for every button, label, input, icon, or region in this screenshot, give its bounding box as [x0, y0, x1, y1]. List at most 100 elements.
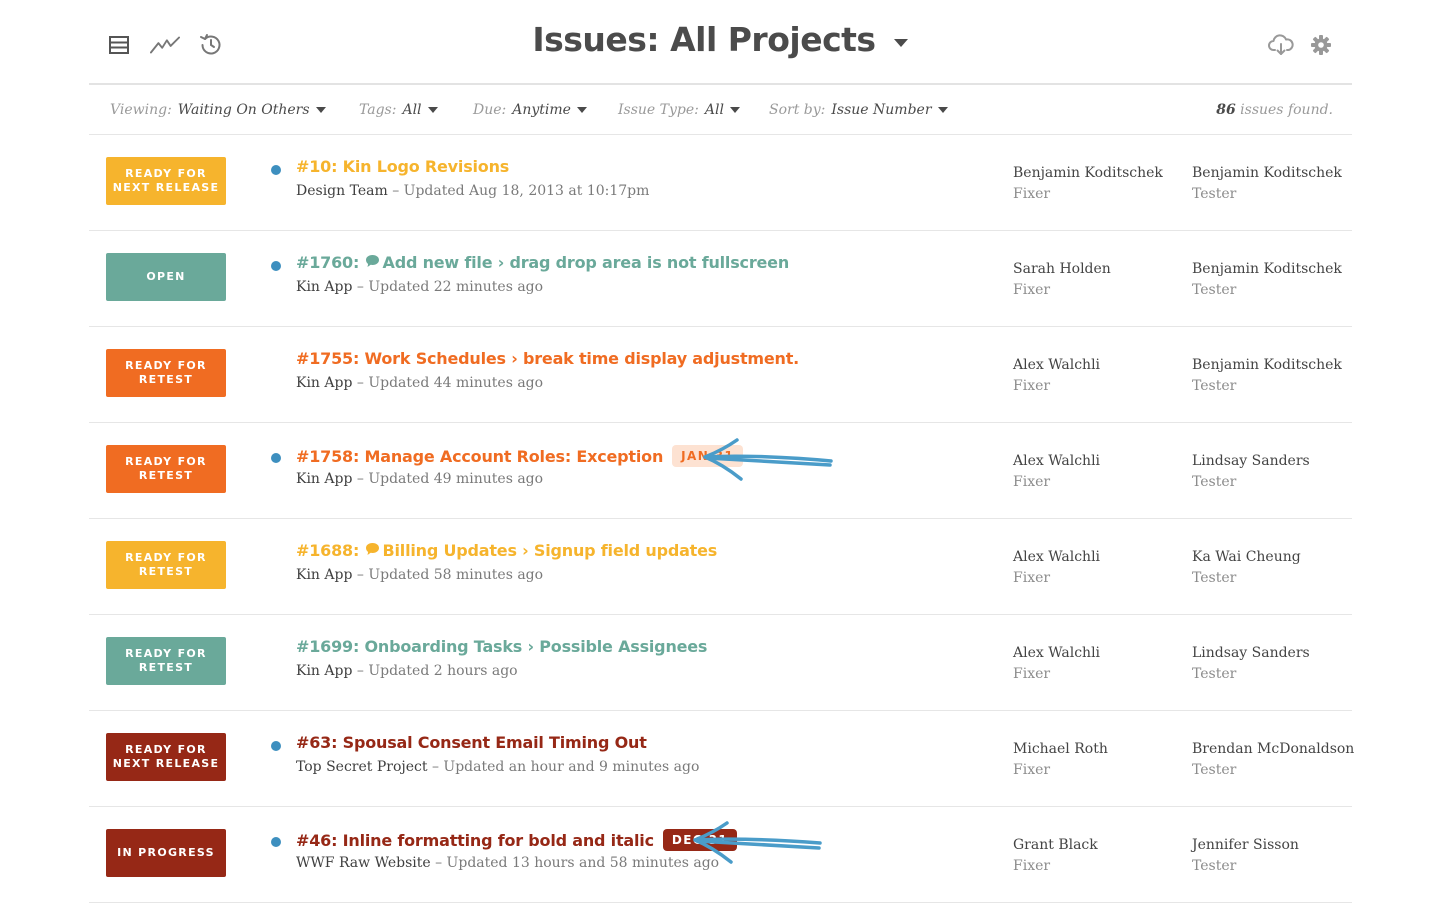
fixer-role: Fixer	[1013, 474, 1051, 490]
tester[interactable]: Lindsay Sanders Tester	[1192, 451, 1310, 493]
issue-row[interactable]: Ready for Retest #1755: Work Schedules › …	[89, 327, 1352, 423]
tester[interactable]: Jennifer Sisson Tester	[1192, 835, 1299, 877]
viewing-filter[interactable]: Viewing: Waiting On Others	[110, 102, 326, 118]
status-badge[interactable]: In Progress	[106, 829, 226, 877]
tester-name: Lindsay Sanders	[1192, 453, 1310, 469]
issue-meta: Kin App – Updated 58 minutes ago	[296, 567, 543, 583]
unread-dot-icon	[271, 261, 281, 271]
issues-page: Issues: All Projects Viewing: Waiting On…	[89, 0, 1354, 923]
issue-title-link[interactable]: #10: Kin Logo Revisions	[296, 157, 509, 176]
tester-role: Tester	[1192, 282, 1237, 298]
tester-role: Tester	[1192, 474, 1237, 490]
issue-title-link[interactable]: #46: Inline formatting for bold and ital…	[296, 829, 738, 851]
tester[interactable]: Ka Wai Cheung Tester	[1192, 547, 1301, 589]
fixer[interactable]: Alex Walchli Fixer	[1013, 355, 1100, 397]
issue-row[interactable]: Ready for Next Release #10: Kin Logo Revi…	[89, 135, 1352, 231]
chevron-down-icon	[427, 107, 438, 113]
updated-time: – Updated 49 minutes ago	[352, 471, 544, 487]
project-name[interactable]: WWF Raw Website	[296, 855, 431, 871]
tester-name: Benjamin Koditschek	[1192, 261, 1342, 277]
fixer[interactable]: Alex Walchli Fixer	[1013, 643, 1100, 685]
annotation-arrow-icon	[693, 821, 822, 864]
updated-time: – Updated 13 hours and 58 minutes ago	[430, 855, 720, 871]
issue-title-link[interactable]: #1760: Add new file › drag drop area is …	[296, 253, 789, 272]
issue-meta: Kin App – Updated 44 minutes ago	[296, 375, 543, 391]
project-name[interactable]: Kin App	[296, 279, 352, 295]
issue-row[interactable]: Ready for Retest #1688: Billing Updates ›…	[89, 519, 1352, 615]
tags-value: All	[402, 102, 422, 118]
issue-type-label: Issue Type:	[618, 102, 699, 118]
status-badge[interactable]: Ready for Retest	[106, 445, 226, 493]
tester[interactable]: Benjamin Koditschek Tester	[1192, 259, 1342, 301]
project-name[interactable]: Kin App	[296, 567, 352, 583]
issue-row[interactable]: Ready for Next Release #63: Spousal Conse…	[89, 711, 1354, 807]
project-name[interactable]: Kin App	[296, 375, 352, 391]
fixer[interactable]: Grant Black Fixer	[1013, 835, 1098, 877]
status-badge[interactable]: Ready for Next Release	[106, 733, 226, 781]
status-badge[interactable]: Ready for Next Release	[106, 157, 226, 205]
fixer[interactable]: Benjamin Koditschek Fixer	[1013, 163, 1163, 205]
issue-title-link[interactable]: #1699: Onboarding Tasks › Possible Assig…	[296, 637, 707, 656]
tester-role: Tester	[1192, 666, 1237, 682]
tags-label: Tags:	[359, 102, 397, 118]
issue-number: #1760:	[296, 253, 360, 272]
issue-number: #63:	[296, 733, 338, 752]
issues-found-count: 86 issues found.	[1216, 102, 1333, 118]
fixer[interactable]: Alex Walchli Fixer	[1013, 547, 1100, 589]
tester-name: Benjamin Koditschek	[1192, 165, 1342, 181]
fixer-name: Benjamin Koditschek	[1013, 165, 1163, 181]
tester[interactable]: Brendan McDonaldson Tester	[1192, 739, 1354, 781]
issue-number: #1688:	[296, 541, 360, 560]
fixer[interactable]: Sarah Holden Fixer	[1013, 259, 1111, 301]
status-badge[interactable]: Ready for Retest	[106, 541, 226, 589]
gear-icon[interactable]	[1306, 30, 1336, 60]
status-badge[interactable]: Ready for Retest	[106, 637, 226, 685]
issue-title-link[interactable]: #1758: Manage Account Roles: Exception Ja…	[296, 445, 744, 467]
issue-type-filter[interactable]: Issue Type: All	[618, 102, 740, 118]
fixer-role: Fixer	[1013, 282, 1051, 298]
issue-title-link[interactable]: #1755: Work Schedules › break time displ…	[296, 349, 799, 368]
updated-time: – Updated 44 minutes ago	[352, 375, 544, 391]
issue-title-link[interactable]: #63: Spousal Consent Email Timing Out	[296, 733, 647, 752]
tester-role: Tester	[1192, 186, 1237, 202]
sort-by-filter[interactable]: Sort by: Issue Number	[769, 102, 948, 118]
fixer[interactable]: Michael Roth Fixer	[1013, 739, 1108, 781]
tags-filter[interactable]: Tags: All	[359, 102, 438, 118]
issue-number: #1755:	[296, 349, 360, 368]
issue-title: Onboarding Tasks › Possible Assignees	[364, 637, 708, 656]
tester[interactable]: Benjamin Koditschek Tester	[1192, 163, 1342, 205]
unread-dot-icon	[271, 837, 281, 847]
page-header: Issues: All Projects	[89, 0, 1352, 85]
issue-title: Inline formatting for bold and italic	[342, 830, 654, 850]
tester[interactable]: Lindsay Sanders Tester	[1192, 643, 1310, 685]
issue-type-value: All	[704, 102, 724, 118]
issue-row[interactable]: Open #1760: Add new file › drag drop area…	[89, 231, 1352, 327]
issue-row[interactable]: Ready for Retest #1699: Onboarding Tasks …	[89, 615, 1352, 711]
chevron-down-icon	[937, 107, 948, 113]
fixer-role: Fixer	[1013, 858, 1051, 874]
project-name[interactable]: Kin App	[296, 471, 352, 487]
tester-name: Benjamin Koditschek	[1192, 357, 1342, 373]
fixer[interactable]: Alex Walchli Fixer	[1013, 451, 1100, 493]
chevron-down-icon	[576, 107, 587, 113]
issue-title-link[interactable]: #1688: Billing Updates › Signup field up…	[296, 541, 717, 560]
tester[interactable]: Benjamin Koditschek Tester	[1192, 355, 1342, 397]
tester-name: Brendan McDonaldson	[1192, 741, 1355, 757]
tester-role: Tester	[1192, 858, 1237, 874]
fixer-role: Fixer	[1013, 378, 1051, 394]
cloud-download-icon[interactable]	[1266, 30, 1296, 60]
project-name[interactable]: Kin App	[296, 663, 352, 679]
fixer-role: Fixer	[1013, 186, 1051, 202]
issue-number: #46:	[296, 830, 338, 850]
issue-number: #10:	[296, 157, 338, 176]
project-name[interactable]: Design Team	[296, 183, 388, 199]
status-badge[interactable]: Ready for Retest	[106, 349, 226, 397]
project-name[interactable]: Top Secret Project	[296, 759, 428, 775]
fixer-name: Alex Walchli	[1013, 549, 1101, 565]
title-dropdown[interactable]: Issues: All Projects	[89, 20, 1352, 59]
due-filter[interactable]: Due: Anytime	[473, 102, 587, 118]
status-badge[interactable]: Open	[106, 253, 226, 301]
tester-role: Tester	[1192, 378, 1237, 394]
issue-number: #1758:	[296, 446, 360, 466]
issue-title: Manage Account Roles: Exception	[364, 446, 664, 466]
